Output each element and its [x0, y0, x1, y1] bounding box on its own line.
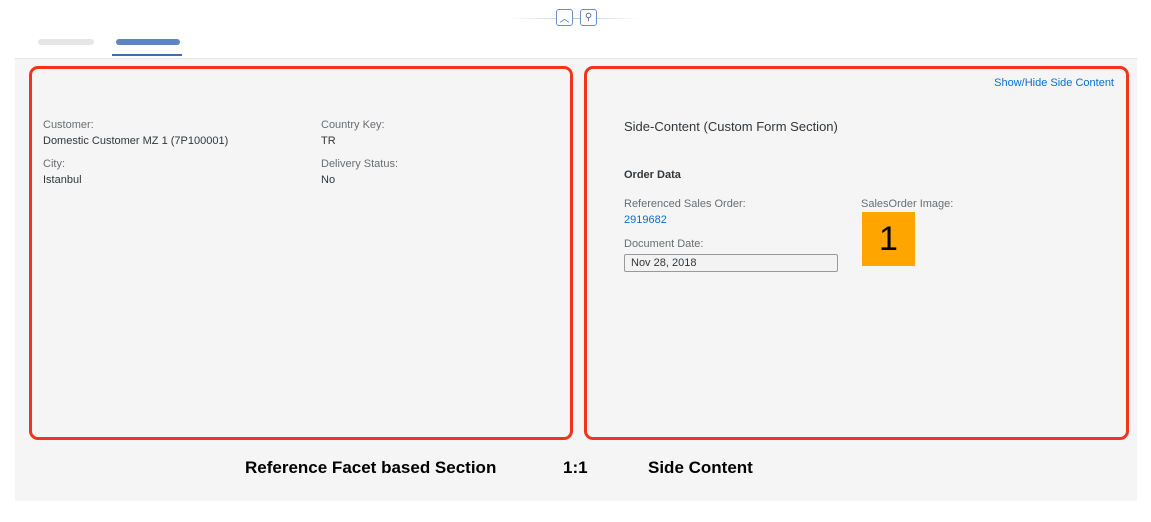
field-value: No [321, 174, 336, 186]
pin-header-button[interactable]: ⚲ [580, 9, 597, 26]
chevron-up-icon: ︿ [559, 14, 570, 25]
order-data-heading: Order Data [624, 169, 681, 181]
referenced-sales-order-link[interactable]: 2919682 [624, 214, 667, 226]
side-content-section: Show/Hide Side Content Side-Content (Cus… [584, 66, 1129, 440]
field-customer: Customer: Domestic Customer MZ 1 (7P1000… [43, 119, 228, 147]
field-country-key: Country Key: TR [321, 119, 385, 147]
pin-icon: ⚲ [584, 12, 593, 23]
show-hide-side-content-link[interactable]: Show/Hide Side Content [994, 77, 1114, 89]
caption-right: Side Content [648, 458, 753, 477]
document-date-field[interactable] [624, 254, 838, 272]
caption-ratio: 1:1 [563, 458, 588, 477]
field-value: Istanbul [43, 174, 82, 186]
field-label: Delivery Status: [321, 158, 399, 170]
field-value: Domestic Customer MZ 1 (7P100001) [43, 135, 229, 147]
header-divider [510, 18, 640, 19]
selected-tab-indicator [112, 54, 182, 56]
side-content-title: Side-Content (Custom Form Section) [624, 119, 838, 134]
salesorder-image: 1 [862, 212, 915, 266]
field-label: Customer: [43, 119, 94, 131]
reference-facet-section: Customer: Domestic Customer MZ 1 (7P1000… [29, 66, 573, 440]
tab-1[interactable] [38, 39, 94, 45]
referenced-sales-order-label: Referenced Sales Order: [624, 198, 746, 210]
caption-left: Reference Facet based Section [245, 458, 497, 477]
field-city: City: Istanbul [43, 158, 82, 186]
collapse-header-button[interactable]: ︿ [556, 9, 573, 26]
field-label: City: [43, 158, 65, 170]
salesorder-image-label: SalesOrder Image: [861, 198, 954, 210]
field-value: TR [321, 135, 336, 147]
field-label: Country Key: [321, 119, 385, 131]
field-delivery-status: Delivery Status: No [321, 158, 398, 186]
tab-2[interactable] [116, 39, 180, 45]
document-date-label: Document Date: [624, 238, 704, 250]
